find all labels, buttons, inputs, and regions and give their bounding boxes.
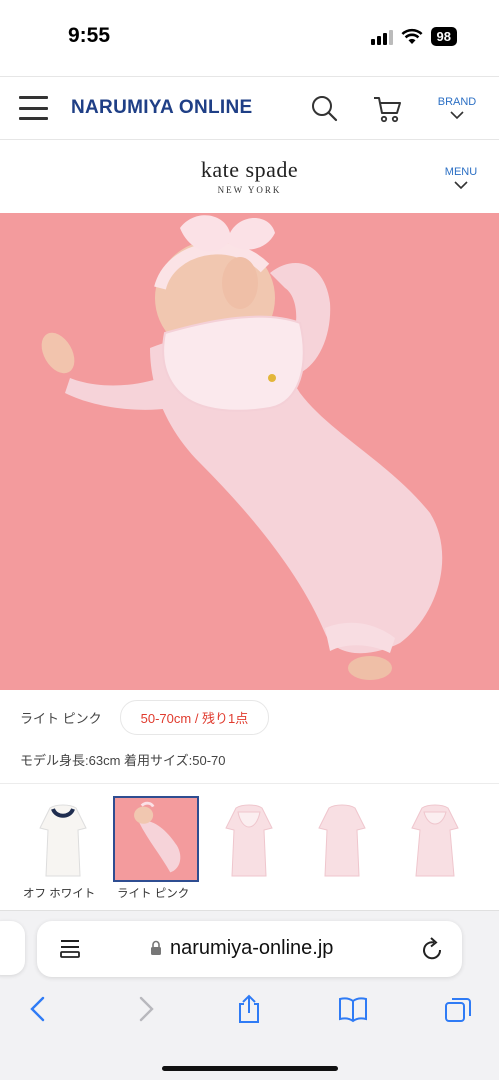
chevron-down-icon bbox=[454, 181, 468, 190]
brand-logo-subtitle: NEW YORK bbox=[217, 185, 282, 195]
brand-menu-label: MENU bbox=[444, 166, 478, 178]
wifi-icon bbox=[401, 28, 423, 44]
bookmarks-icon[interactable] bbox=[338, 994, 368, 1024]
cart-icon[interactable] bbox=[372, 94, 402, 124]
back-icon[interactable] bbox=[24, 994, 54, 1024]
product-photo bbox=[0, 213, 499, 690]
lock-icon bbox=[151, 940, 161, 955]
thumbnail-off-white[interactable] bbox=[20, 796, 106, 882]
thumbnail-label: オフ ホワイト bbox=[23, 888, 96, 900]
brand-dropdown-label: BRAND bbox=[437, 96, 477, 108]
search-icon[interactable] bbox=[310, 94, 338, 122]
model-info: モデル身長:63cm 着用サイズ:50-70 bbox=[20, 753, 226, 768]
product-main-image[interactable] bbox=[0, 213, 499, 690]
selected-color-label: ライト ピンク bbox=[20, 710, 102, 726]
previous-tab-preview[interactable] bbox=[0, 921, 25, 975]
status-icons: 98 bbox=[370, 27, 457, 46]
address-bar[interactable]: narumiya-online.jp bbox=[37, 921, 462, 977]
status-bar: 9:55 98 bbox=[0, 0, 499, 76]
reload-icon[interactable] bbox=[421, 936, 445, 962]
romper-thumbnail-image bbox=[39, 804, 87, 877]
thumbnail-strip: オフ ホワイト ライト ピンク bbox=[0, 796, 499, 906]
brand-bar: kate spade NEW YORK MENU bbox=[0, 141, 499, 213]
home-indicator bbox=[162, 1066, 338, 1071]
thumbnail-pink-bib[interactable] bbox=[206, 796, 292, 882]
url-text: narumiya-online.jp bbox=[170, 937, 334, 959]
romper-thumbnail-image bbox=[411, 804, 459, 877]
cellular-signal-icon bbox=[370, 29, 393, 45]
battery-icon: 98 bbox=[430, 27, 457, 46]
divider bbox=[0, 783, 499, 784]
brand-menu-button[interactable]: MENU bbox=[440, 166, 482, 190]
thumbnail-pink-dress[interactable] bbox=[392, 796, 478, 882]
romper-thumbnail-image bbox=[318, 804, 366, 877]
romper-thumbnail-image bbox=[225, 804, 273, 877]
site-header: NARUMIYA ONLINE BRAND bbox=[0, 76, 499, 140]
brand-dropdown-button[interactable]: BRAND bbox=[434, 96, 480, 120]
romper-thumbnail-image bbox=[115, 798, 197, 880]
size-option-button[interactable]: 50-70cm / 残り1点 bbox=[119, 699, 270, 735]
thumbnail-label: ライト ピンク bbox=[117, 888, 190, 900]
thumbnail-light-pink[interactable] bbox=[113, 796, 199, 882]
brand-logo[interactable]: kate spade bbox=[0, 157, 499, 183]
tabs-icon[interactable] bbox=[443, 994, 473, 1024]
forward-icon[interactable] bbox=[130, 994, 160, 1024]
hamburger-menu-icon[interactable] bbox=[19, 96, 48, 120]
page-menu-icon[interactable] bbox=[59, 937, 81, 961]
status-time: 9:55 bbox=[68, 24, 111, 47]
thumbnail-pink-back[interactable] bbox=[299, 796, 385, 882]
chevron-down-icon bbox=[450, 111, 464, 120]
site-logo[interactable]: NARUMIYA ONLINE bbox=[71, 97, 253, 119]
variant-row: ライト ピンク 50-70cm / 残り1点 bbox=[20, 699, 270, 735]
share-icon[interactable] bbox=[234, 994, 264, 1024]
browser-chrome: narumiya-online.jp bbox=[0, 910, 499, 1080]
